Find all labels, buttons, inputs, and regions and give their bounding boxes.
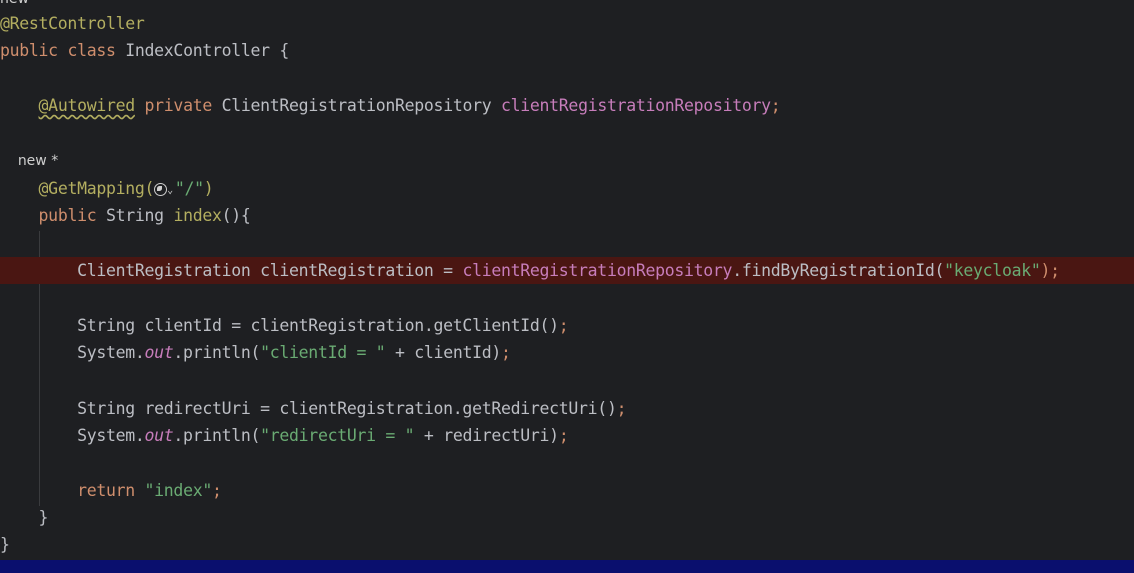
- code-line-15[interactable]: String redirectUri = clientRegistration.…: [0, 395, 1134, 422]
- class-declaration: IndexController {: [125, 41, 290, 60]
- hint-text: new *: [17, 153, 59, 169]
- keyword-public: public: [0, 41, 58, 60]
- method-close-brace: }: [38, 508, 49, 527]
- code-line-7[interactable]: @GetMapping( ⌄ "/"): [0, 175, 1134, 202]
- code-line-2[interactable]: public class IndexController {: [0, 37, 1134, 64]
- code-editor[interactable]: new @RestController public class IndexCo…: [0, 0, 1134, 573]
- client-id-declaration: String clientId = clientRegistration.get…: [77, 316, 559, 335]
- mapping-path-string: "/": [174, 179, 204, 198]
- static-field-out: out: [144, 343, 174, 362]
- find-by-registration-id-call: .findByRegistrationId(: [732, 261, 945, 280]
- keyword-private: private: [144, 96, 213, 115]
- code-line-18[interactable]: return "index";: [0, 477, 1134, 504]
- code-line-4[interactable]: @Autowired private ClientRegistrationRep…: [0, 92, 1134, 119]
- semicolon: ;: [501, 343, 511, 362]
- code-line-8[interactable]: public String index(){: [0, 202, 1134, 229]
- concat-client-id: + clientId): [385, 343, 501, 362]
- semicolon: ;: [211, 481, 222, 500]
- class-close-brace: }: [0, 535, 10, 554]
- keyword-public: public: [38, 206, 97, 225]
- chevron-down-icon[interactable]: ⌄: [167, 177, 173, 204]
- redirect-uri-declaration: String redirectUri = clientRegistration.…: [77, 399, 617, 418]
- keycloak-string: "keycloak": [944, 261, 1041, 280]
- code-line-16[interactable]: System.out.println("redirectUri = " + re…: [0, 422, 1134, 449]
- code-line-1[interactable]: @RestController: [0, 10, 1134, 37]
- code-line-19[interactable]: }: [0, 504, 1134, 531]
- annotation-get-mapping: @GetMapping(: [38, 179, 155, 198]
- system-class: System.: [77, 343, 145, 362]
- index-string: "index": [144, 481, 213, 500]
- semicolon: ;: [558, 316, 569, 335]
- println-call: .println(: [173, 343, 261, 362]
- semicolon: ;: [770, 96, 781, 115]
- method-name-index: index: [173, 206, 222, 225]
- statement-end: );: [1040, 261, 1060, 280]
- method-params: (){: [221, 206, 251, 225]
- println-call: .println(: [173, 426, 261, 445]
- code-line-13[interactable]: System.out.println("clientId = " + clien…: [0, 339, 1134, 366]
- system-class: System.: [77, 426, 145, 445]
- static-field-out: out: [144, 426, 174, 445]
- keyword-return: return: [77, 481, 135, 500]
- status-bar: [0, 560, 1134, 573]
- client-id-string: "clientId = ": [260, 343, 386, 362]
- type-string: String: [106, 206, 164, 225]
- code-vision-hint-method[interactable]: new *: [0, 148, 1134, 175]
- keyword-class: class: [67, 41, 116, 60]
- code-line-20[interactable]: }: [0, 531, 1134, 558]
- code-line-10-error[interactable]: ClientRegistration clientRegistration = …: [0, 257, 1134, 284]
- annotation-close: ): [203, 179, 214, 198]
- hint-text: new: [0, 0, 29, 7]
- globe-icon[interactable]: [154, 183, 168, 196]
- type-client-registration-repository: ClientRegistrationRepository: [221, 96, 492, 115]
- code-line-12[interactable]: String clientId = clientRegistration.get…: [0, 312, 1134, 339]
- redirect-uri-string: "redirectUri = ": [260, 426, 415, 445]
- annotation-autowired[interactable]: @Autowired: [39, 96, 136, 115]
- field-client-registration-repository: clientRegistrationRepository: [501, 96, 771, 115]
- annotation-rest-controller: @RestController: [0, 14, 145, 33]
- semicolon: ;: [616, 399, 627, 418]
- concat-redirect-uri: + redirectUri): [414, 426, 559, 445]
- registration-declaration: ClientRegistration clientRegistration =: [77, 261, 463, 280]
- field-reference: clientRegistrationRepository: [462, 261, 733, 280]
- semicolon: ;: [558, 426, 569, 445]
